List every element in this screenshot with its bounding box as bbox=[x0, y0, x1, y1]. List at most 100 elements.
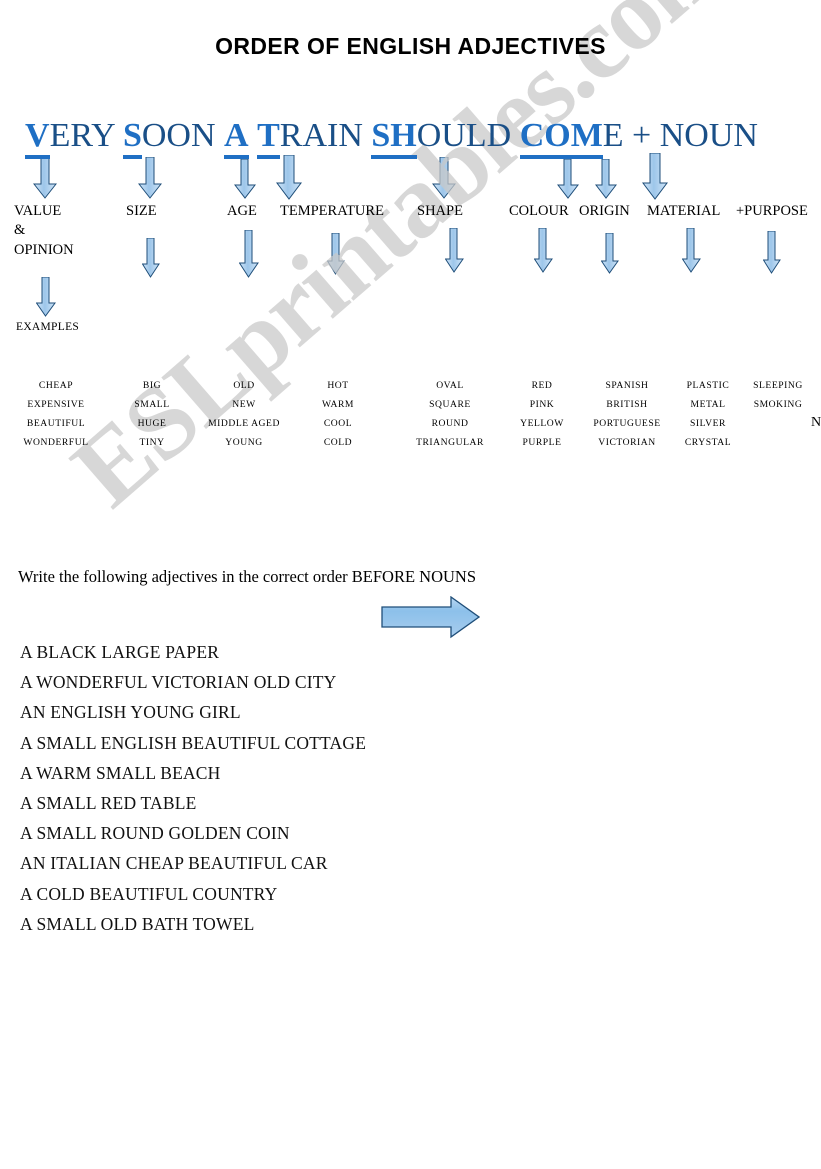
word-item: ROUND bbox=[431, 418, 469, 429]
mnemonic-key-sh: SH bbox=[371, 117, 417, 159]
word-item: PLASTIC bbox=[686, 380, 730, 391]
word-item: METAL bbox=[690, 399, 726, 410]
exercise-item: A COLD BEAUTIFUL COUNTRY bbox=[20, 883, 278, 904]
word-item: SPANISH bbox=[605, 380, 649, 391]
word-column-origin: SPANISH BRITISH PORTUGUESE VICTORIAN bbox=[578, 376, 676, 452]
exercise-item: AN ITALIAN CHEAP BEAUTIFUL CAR bbox=[20, 853, 328, 874]
down-arrow-examples-size bbox=[142, 238, 160, 278]
word-item: PURPLE bbox=[522, 437, 562, 448]
word-column-age: OLD NEW MIDDLE AGED YOUNG bbox=[191, 376, 297, 452]
stray-character: N bbox=[811, 415, 821, 430]
down-arrow-examples-colour bbox=[534, 228, 553, 273]
category-label-age: AGE bbox=[227, 203, 257, 219]
word-item: SLEEPING bbox=[753, 380, 803, 391]
word-item: HUGE bbox=[137, 418, 167, 429]
word-item: BIG bbox=[142, 380, 162, 391]
down-arrow-shape bbox=[432, 157, 456, 199]
word-item: CRYSTAL bbox=[684, 437, 732, 448]
word-item: TINY bbox=[139, 437, 165, 448]
exercise-instruction: Write the following adjectives in the co… bbox=[18, 567, 477, 586]
mnemonic-rest-train: RAIN bbox=[279, 117, 372, 154]
word-item: SQUARE bbox=[429, 399, 471, 410]
mnemonic-key-a: A bbox=[224, 117, 249, 159]
word-item: YELLOW bbox=[520, 418, 564, 429]
word-item: BRITISH bbox=[606, 399, 648, 410]
exercise-item: A SMALL OLD BATH TOWEL bbox=[20, 913, 255, 934]
word-item: COOL bbox=[323, 418, 353, 429]
word-item: HOT bbox=[327, 380, 349, 391]
down-arrow-colour bbox=[557, 159, 579, 199]
exercise-item: A WARM SMALL BEACH bbox=[20, 762, 221, 783]
word-item: PORTUGUESE bbox=[593, 418, 661, 429]
exercise-item: A SMALL ROUND GOLDEN COIN bbox=[20, 823, 290, 844]
word-column-temperature: HOT WARM COOL COLD bbox=[299, 376, 377, 452]
exercise-item: AN ENGLISH YOUNG GIRL bbox=[20, 702, 241, 723]
category-label-origin: ORIGIN bbox=[579, 203, 630, 219]
word-item: WONDERFUL bbox=[23, 437, 89, 448]
category-label-size: SIZE bbox=[126, 203, 157, 219]
word-item: WARM bbox=[321, 399, 355, 410]
down-arrow-examples-value bbox=[36, 277, 56, 317]
word-column-value: CHEAP EXPENSIVE BEAUTIFUL WONDERFUL bbox=[6, 376, 106, 452]
down-arrow-examples-temperature bbox=[327, 233, 345, 275]
word-item: OLD bbox=[233, 380, 255, 391]
word-item: SMOKING bbox=[753, 399, 803, 410]
category-label-value-amp: & bbox=[14, 222, 26, 238]
page-title: ORDER OF ENGLISH ADJECTIVES bbox=[215, 33, 606, 59]
category-label-material: MATERIAL bbox=[647, 203, 721, 219]
mnemonic-key-com: COM bbox=[519, 117, 603, 159]
right-arrow-exercise bbox=[381, 596, 480, 639]
word-item: PINK bbox=[529, 399, 555, 410]
mnemonic-sentence: VERY SOON A TRAIN SHOULD COME + NOUN bbox=[25, 117, 815, 159]
down-arrow-examples-shape bbox=[445, 228, 464, 273]
down-arrow-examples-purpose bbox=[763, 231, 781, 274]
word-item: NEW bbox=[232, 399, 256, 410]
down-arrow-examples-origin bbox=[601, 233, 619, 274]
mnemonic-rest-a bbox=[249, 117, 258, 154]
category-label-value: VALUE bbox=[14, 203, 62, 219]
down-arrow-size bbox=[138, 157, 162, 199]
word-item: SILVER bbox=[690, 418, 726, 429]
mnemonic-rest-come-noun: E + NOUN bbox=[602, 117, 758, 154]
down-arrow-temperature bbox=[276, 155, 302, 200]
word-column-shape: OVAL SQUARE ROUND TRIANGULAR bbox=[400, 376, 500, 452]
mnemonic-rest-should: OULD bbox=[416, 117, 520, 154]
category-label-colour: COLOUR bbox=[509, 203, 569, 219]
exercise-item: A WONDERFUL VICTORIAN OLD CITY bbox=[20, 672, 337, 693]
category-label-temperature: TEMPERATURE bbox=[280, 203, 384, 219]
down-arrow-material bbox=[641, 153, 668, 200]
down-arrow-value bbox=[33, 157, 57, 199]
word-item: RED bbox=[531, 380, 553, 391]
down-arrow-origin bbox=[595, 159, 617, 199]
word-item: OVAL bbox=[436, 380, 464, 391]
category-label-shape: SHAPE bbox=[417, 203, 463, 219]
word-column-colour: RED PINK YELLOW PURPLE bbox=[504, 376, 580, 452]
word-item: SMALL bbox=[134, 399, 170, 410]
word-item: TRIANGULAR bbox=[416, 437, 484, 448]
word-item: BEAUTIFUL bbox=[26, 418, 86, 429]
category-label-purpose: +PURPOSE bbox=[736, 203, 808, 219]
exercise-item: A SMALL ENGLISH BEAUTIFUL COTTAGE bbox=[20, 732, 367, 753]
down-arrow-examples-material bbox=[682, 228, 701, 273]
exercise-list: A BLACK LARGE PAPER A WONDERFUL VICTORIA… bbox=[20, 637, 580, 939]
mnemonic-rest-soon: OON bbox=[141, 117, 225, 154]
worksheet-page: ESLprintables.com ORDER OF ENGLISH ADJEC… bbox=[0, 0, 821, 1169]
word-item: COLD bbox=[323, 437, 353, 448]
examples-label: EXAMPLES bbox=[16, 321, 80, 333]
word-item: MIDDLE AGED bbox=[208, 418, 280, 429]
mnemonic-rest-very: ERY bbox=[49, 117, 123, 154]
word-column-material: PLASTIC METAL SILVER CRYSTAL bbox=[672, 376, 744, 452]
word-item: CHEAP bbox=[38, 380, 74, 391]
down-arrow-age bbox=[234, 159, 256, 199]
word-column-size: BIG SMALL HUGE TINY bbox=[113, 376, 191, 452]
mnemonic-key-t: T bbox=[257, 117, 280, 159]
word-item: VICTORIAN bbox=[598, 437, 656, 448]
word-column-purpose: SLEEPING SMOKING bbox=[741, 376, 815, 414]
down-arrow-examples-age bbox=[239, 230, 259, 278]
exercise-item: A BLACK LARGE PAPER bbox=[20, 642, 220, 662]
mnemonic-key-v: V bbox=[25, 117, 50, 159]
mnemonic-key-s: S bbox=[122, 117, 142, 159]
word-item: EXPENSIVE bbox=[27, 399, 85, 410]
exercise-item: A SMALL RED TABLE bbox=[20, 793, 197, 814]
word-item: YOUNG bbox=[225, 437, 263, 448]
